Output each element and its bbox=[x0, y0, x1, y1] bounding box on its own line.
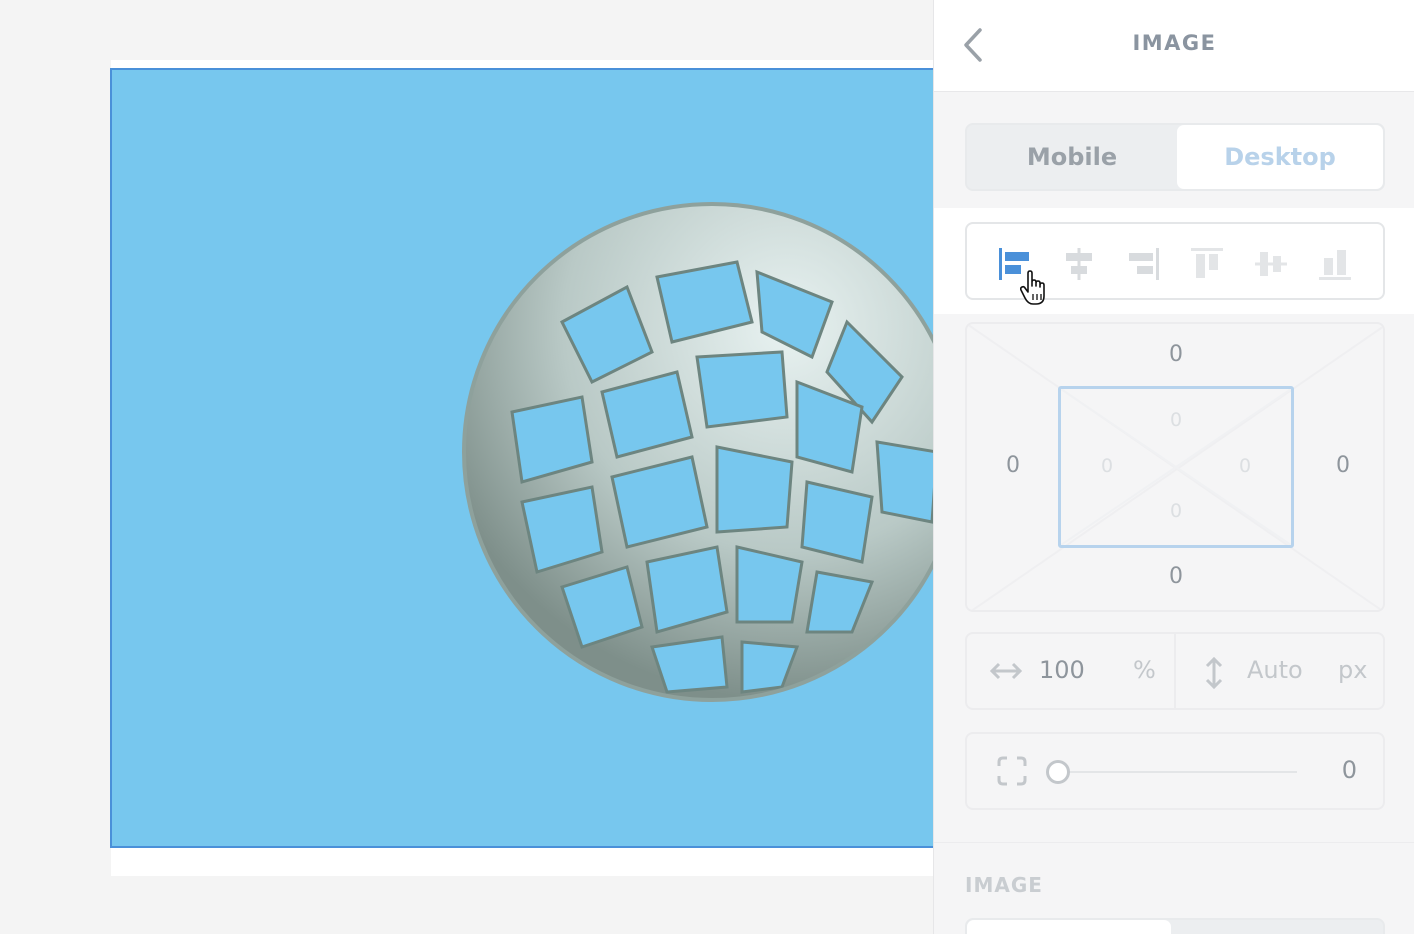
align-right-icon bbox=[1129, 248, 1159, 280]
align-center-vertical-icon bbox=[1255, 252, 1287, 276]
align-right-button[interactable] bbox=[1125, 246, 1161, 282]
tab-desktop[interactable]: Desktop bbox=[1177, 125, 1383, 189]
width-arrows-icon bbox=[989, 662, 1023, 680]
hand-pointer-cursor-icon bbox=[1020, 270, 1045, 305]
width-unit[interactable]: % bbox=[1133, 656, 1156, 684]
align-top-icon bbox=[1191, 248, 1223, 278]
padding-top-value[interactable]: 0 bbox=[1161, 409, 1191, 431]
align-bottom-button[interactable] bbox=[1317, 246, 1353, 282]
margin-bottom-value[interactable]: 0 bbox=[1156, 564, 1196, 589]
padding-left-value[interactable]: 0 bbox=[1092, 455, 1122, 477]
padding-bottom-value[interactable]: 0 bbox=[1161, 500, 1191, 522]
device-toggle: Mobile Desktop bbox=[965, 123, 1385, 191]
selected-image-block[interactable] bbox=[110, 68, 933, 848]
width-input[interactable]: 100 bbox=[1039, 656, 1085, 684]
image-settings-panel: IMAGE Mobile Desktop 0 0 0 0 0 0 0 0 100… bbox=[933, 0, 1414, 934]
image-section-label: IMAGE bbox=[965, 873, 1043, 897]
margin-right-value[interactable]: 0 bbox=[1323, 453, 1363, 478]
panel-header: IMAGE bbox=[934, 0, 1414, 92]
margin-top-value[interactable]: 0 bbox=[1156, 342, 1196, 367]
panel-title: IMAGE bbox=[1132, 31, 1217, 55]
align-center-horizontal-icon bbox=[1066, 248, 1092, 280]
tab-mobile[interactable]: Mobile bbox=[967, 125, 1177, 189]
corner-radius-icon bbox=[997, 756, 1027, 786]
radius-slider-track[interactable] bbox=[1059, 771, 1297, 773]
size-controls: 100 % Auto px bbox=[965, 632, 1385, 710]
padding-right-value[interactable]: 0 bbox=[1230, 455, 1260, 477]
wireframe-sphere-image bbox=[462, 202, 933, 702]
padding-box: 0 0 0 0 bbox=[1058, 386, 1294, 548]
height-input[interactable]: Auto bbox=[1247, 656, 1303, 684]
spacing-editor: 0 0 0 0 0 0 0 0 bbox=[965, 322, 1385, 612]
alignment-section bbox=[934, 208, 1414, 314]
radius-value[interactable]: 0 bbox=[1337, 756, 1357, 784]
align-bottom-icon bbox=[1319, 250, 1351, 280]
section-divider bbox=[934, 842, 1414, 843]
border-radius-control: 0 bbox=[965, 732, 1385, 810]
margin-left-value[interactable]: 0 bbox=[993, 453, 1033, 478]
align-center-vertical-button[interactable] bbox=[1253, 246, 1289, 282]
radius-slider-handle[interactable] bbox=[1046, 760, 1070, 784]
size-divider bbox=[1174, 634, 1176, 708]
height-unit[interactable]: px bbox=[1338, 656, 1367, 684]
align-center-horizontal-button[interactable] bbox=[1061, 246, 1097, 282]
align-top-button[interactable] bbox=[1189, 246, 1225, 282]
height-arrows-icon bbox=[1205, 656, 1223, 690]
image-section-toggle[interactable] bbox=[965, 918, 1385, 934]
